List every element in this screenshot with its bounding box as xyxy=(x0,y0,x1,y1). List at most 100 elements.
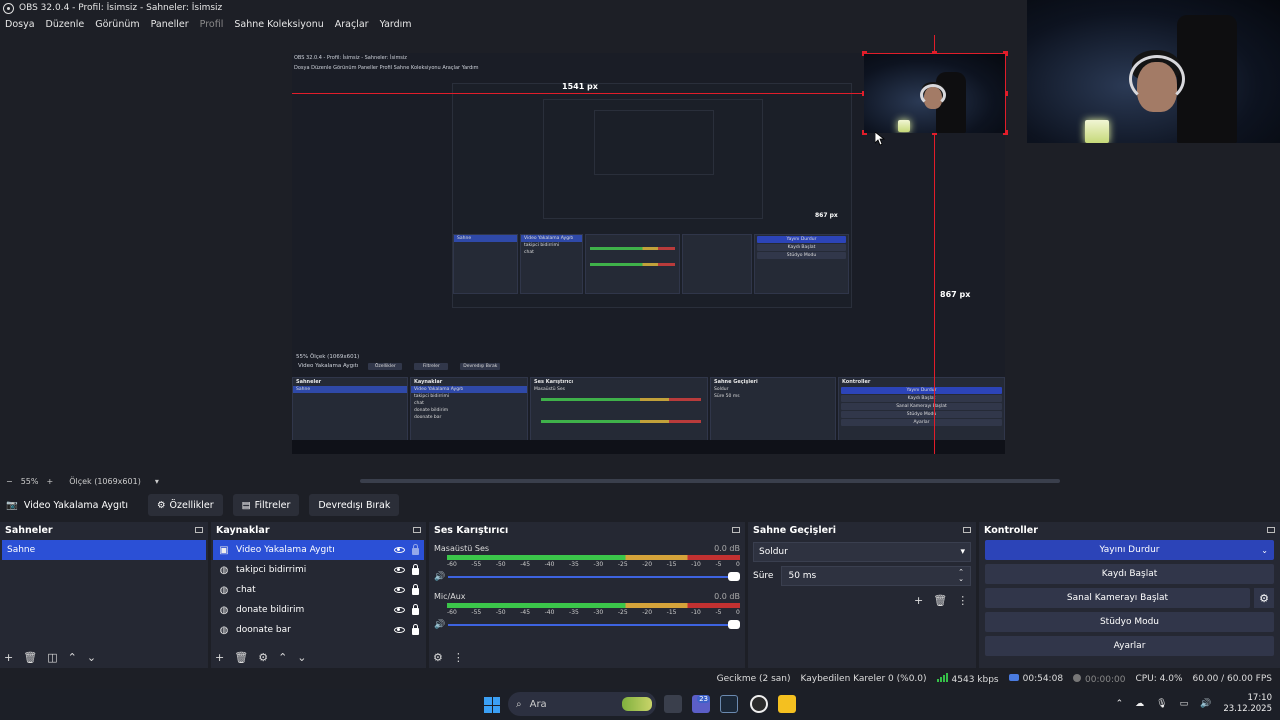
scale-dropdown-icon[interactable]: ▾ xyxy=(155,477,159,486)
add-source-button[interactable]: + xyxy=(215,651,224,664)
speaker-icon[interactable]: 🔊 xyxy=(434,572,445,582)
menu-yardim[interactable]: Yardım xyxy=(380,19,412,30)
scene-item-label: Sahne xyxy=(7,545,36,555)
obs-logo-icon xyxy=(3,2,14,14)
remove-source-button[interactable]: 🗑 xyxy=(234,651,248,664)
more-options-icon[interactable]: ⋮ xyxy=(453,651,464,664)
visibility-icon[interactable] xyxy=(394,587,405,593)
source-item[interactable]: ◍ chat xyxy=(213,580,424,600)
menu-duzenle[interactable]: Düzenle xyxy=(46,19,85,30)
menu-araclar[interactable]: Araçlar xyxy=(335,19,369,30)
teams-icon[interactable]: 23 xyxy=(692,695,710,713)
gear-icon: ⚙ xyxy=(157,499,166,511)
source-item[interactable]: ▣ Video Yakalama Aygıtı xyxy=(213,540,424,560)
lock-icon[interactable] xyxy=(412,563,419,575)
float-dock-icon[interactable] xyxy=(413,527,421,533)
move-up-button[interactable]: ⌃ xyxy=(278,651,287,664)
remove-scene-button[interactable]: 🗑 xyxy=(23,651,37,664)
display-icon[interactable]: ▭ xyxy=(1180,699,1189,709)
lock-icon[interactable] xyxy=(412,623,419,635)
chevron-up-icon[interactable]: ⌃ xyxy=(1116,699,1124,709)
visibility-icon[interactable] xyxy=(394,607,405,613)
menu-dosya[interactable]: Dosya xyxy=(5,19,35,30)
source-item[interactable]: ◍ donate bildirim xyxy=(213,600,424,620)
disable-label: Devredışı Bırak xyxy=(318,499,391,511)
visibility-icon[interactable] xyxy=(394,627,405,633)
transition-select[interactable]: Soldur ▾ xyxy=(753,542,971,562)
lock-icon[interactable] xyxy=(412,583,419,595)
nested-scenes: Sahne xyxy=(453,234,518,294)
volume-slider[interactable] xyxy=(448,572,740,581)
scene-filters-button[interactable]: ◫ xyxy=(47,651,57,664)
zoom-in-button[interactable]: + xyxy=(46,477,53,486)
record-icon xyxy=(1073,673,1082,682)
taskbar-search[interactable]: ⌕ Ara xyxy=(508,692,656,716)
float-dock-icon[interactable] xyxy=(732,527,740,533)
properties-button[interactable]: ⚙ Özellikler xyxy=(148,494,223,516)
studio-mode-label: Stüdyo Modu xyxy=(1099,617,1160,627)
duration-input[interactable]: 50 ms ⌃ ⌄ xyxy=(781,566,971,586)
move-down-button[interactable]: ⌄ xyxy=(297,651,306,664)
task-view-icon[interactable] xyxy=(664,695,682,713)
menu-sahne-koleksiyonu[interactable]: Sahne Koleksiyonu xyxy=(234,19,323,30)
clock[interactable]: 17:10 23.12.2025 xyxy=(1223,693,1272,715)
more-options-icon[interactable]: ⋮ xyxy=(957,594,968,607)
stop-stream-button[interactable]: Yayını Durdur ⌄ xyxy=(985,540,1274,560)
zoom-out-button[interactable]: − xyxy=(6,477,13,486)
nested-btn-properties: Özellikler xyxy=(368,362,403,370)
filters-label: Filtreler xyxy=(254,499,291,511)
obs-taskbar-icon[interactable] xyxy=(750,695,768,713)
delay-status: Gecikme (2 san) xyxy=(716,674,791,684)
float-dock-icon[interactable] xyxy=(963,527,971,533)
chevron-down-icon[interactable]: ⌄ xyxy=(1261,546,1268,555)
virtual-cam-button[interactable]: Sanal Kamerayı Başlat xyxy=(985,588,1250,608)
source-properties-button[interactable]: ⚙ xyxy=(258,651,268,664)
lock-icon[interactable] xyxy=(412,543,419,555)
scenes-title: Sahneler xyxy=(5,524,53,536)
move-down-button[interactable]: ⌄ xyxy=(87,651,96,664)
file-explorer-icon[interactable] xyxy=(778,695,796,713)
source-item[interactable]: ◍ takipci bidirrimi xyxy=(213,560,424,580)
remove-transition-button[interactable]: 🗑 xyxy=(933,594,947,607)
steam-icon[interactable] xyxy=(720,695,738,713)
controls-dock: Kontroller Yayını Durdur ⌄ Kaydı Başlat S… xyxy=(979,522,1280,668)
add-transition-button[interactable]: + xyxy=(914,594,923,607)
cloud-icon[interactable]: ☁ xyxy=(1135,699,1144,709)
filters-button[interactable]: ▤ Filtreler xyxy=(232,494,300,516)
volume-icon[interactable]: 🔊 xyxy=(1200,699,1211,709)
float-dock-icon[interactable] xyxy=(1267,527,1275,533)
windows-start-icon[interactable] xyxy=(484,697,500,713)
add-scene-button[interactable]: + xyxy=(4,651,13,664)
settings-button[interactable]: Ayarlar xyxy=(985,636,1274,656)
advanced-audio-icon[interactable]: ⚙ xyxy=(433,651,443,664)
windows-taskbar: ⌕ Ara 23 ⌃ ☁ 🎙 ▭ 🔊 17:10 23.12.2025 xyxy=(0,689,1280,720)
volume-slider[interactable] xyxy=(448,620,740,629)
nested-btn-disable: Devredışı Bırak xyxy=(460,362,501,370)
stepper-icon[interactable]: ⌃ ⌄ xyxy=(958,569,964,583)
scene-item[interactable]: Sahne xyxy=(2,540,206,560)
start-record-button[interactable]: Kaydı Başlat xyxy=(985,564,1274,584)
menu-bar: Dosya Düzenle Görünüm Paneller Profil Sa… xyxy=(0,16,412,32)
virtual-cam-settings-icon[interactable]: ⚙ xyxy=(1254,588,1274,608)
source-item-label: doonate bar xyxy=(236,625,291,635)
studio-mode-button[interactable]: Stüdyo Modu xyxy=(985,612,1274,632)
nested-controls: Yayını Durdur Kaydı Başlat Stüdyo Modu xyxy=(754,234,849,294)
lock-icon[interactable] xyxy=(412,603,419,615)
mixer-dock: Ses Karıştırıcı Masaüstü Ses 0.0 dB -60 -5… xyxy=(429,522,745,668)
menu-profil[interactable]: Profil xyxy=(200,19,224,30)
speaker-icon[interactable]: 🔊 xyxy=(434,620,445,630)
webcam-source-preview[interactable] xyxy=(864,54,1005,133)
browser-icon: ◍ xyxy=(219,564,229,576)
visibility-icon[interactable] xyxy=(394,567,405,573)
visibility-icon[interactable] xyxy=(394,547,405,553)
menu-paneller[interactable]: Paneller xyxy=(151,19,189,30)
float-dock-icon[interactable] xyxy=(195,527,203,533)
preview-scrollbar[interactable] xyxy=(360,479,1060,483)
menu-gorunum[interactable]: Görünüm xyxy=(95,19,139,30)
source-item[interactable]: ◍ doonate bar xyxy=(213,620,424,640)
controls-title: Kontroller xyxy=(984,524,1038,536)
source-item-label: donate bildirim xyxy=(236,605,305,615)
disable-button[interactable]: Devredışı Bırak xyxy=(309,494,400,516)
move-up-button[interactable]: ⌃ xyxy=(68,651,77,664)
mic-icon[interactable]: 🎙 xyxy=(1156,699,1167,709)
